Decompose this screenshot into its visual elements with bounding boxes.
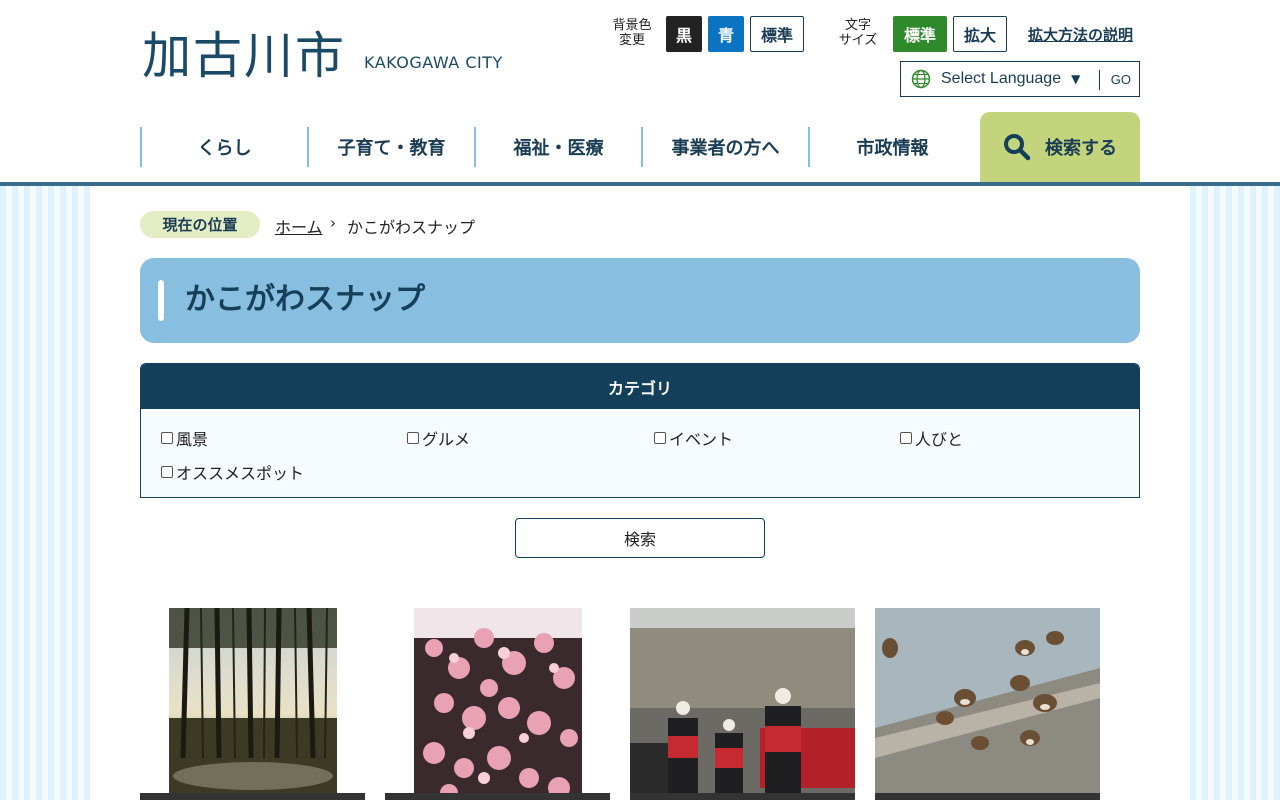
language-divider — [1099, 70, 1100, 90]
page-title-box: かこがわスナップ — [140, 258, 1140, 343]
snap-thumbnail-blossom[interactable] — [414, 608, 582, 800]
firefighters-photo — [630, 608, 855, 800]
thumbnail-caption-bar — [875, 793, 1100, 800]
nav-item-kurashi[interactable]: くらし — [140, 127, 307, 167]
checkbox[interactable] — [161, 432, 173, 444]
category-filter: カテゴリ 風景 グルメ イベント 人びと オススメスポット — [140, 363, 1140, 498]
site-logo[interactable]: 加古川市 KAKOGAWA CITY — [140, 28, 503, 84]
category-option-fukei[interactable]: 風景 — [161, 426, 208, 450]
sparrows-photo — [875, 608, 1100, 800]
global-nav: くらし 子育て・教育 福祉・医療 事業者の方へ 市政情報 検索する — [140, 112, 1140, 182]
nav-item-kosodate[interactable]: 子育て・教育 — [307, 127, 474, 167]
left-stripe-background — [0, 186, 90, 800]
font-standard-button[interactable]: 標準 — [893, 16, 947, 52]
bg-color-label: 背景色 変更 — [606, 18, 658, 48]
checkbox[interactable] — [900, 432, 912, 444]
page-title: かこがわスナップ — [185, 282, 425, 317]
zoom-explanation-link[interactable]: 拡大方法の説明 — [1028, 24, 1133, 45]
font-size-label-line1: 文字 — [844, 18, 871, 33]
checkbox[interactable] — [654, 432, 666, 444]
logo-japanese: 加古川市 — [142, 27, 346, 85]
breadcrumb-current: かこがわスナップ — [347, 218, 476, 237]
checkbox[interactable] — [161, 466, 173, 478]
category-option-label: オススメスポット — [176, 464, 305, 483]
nav-search-label: 検索する — [1045, 138, 1117, 159]
bg-color-label-line2: 変更 — [618, 33, 645, 48]
nav-item-shisei[interactable]: 市政情報 — [808, 127, 975, 167]
nav-item-jigyosha[interactable]: 事業者の方へ — [641, 127, 808, 167]
language-select-label: Select Language — [941, 70, 1062, 87]
right-stripe-background — [1190, 186, 1280, 800]
bg-color-label-line1: 背景色 — [612, 18, 652, 33]
snap-thumbnail-birds[interactable] — [875, 608, 1100, 800]
bg-standard-button[interactable]: 標準 — [750, 16, 804, 52]
breadcrumb-home-link[interactable]: ホーム — [275, 214, 323, 238]
blossom-photo — [414, 608, 582, 800]
thumbnail-caption-bar — [385, 793, 610, 800]
font-size-label: 文字 サイズ — [830, 18, 886, 48]
forest-photo — [169, 608, 337, 800]
thumbnail-caption-bar — [630, 793, 855, 800]
nav-search-button[interactable]: 検索する — [980, 112, 1140, 182]
bg-black-button[interactable]: 黒 — [666, 16, 702, 52]
title-accent-bar — [158, 280, 164, 321]
category-option-label: イベント — [669, 430, 734, 449]
globe-icon — [911, 69, 931, 89]
category-option-osusume[interactable]: オススメスポット — [161, 460, 304, 484]
font-size-label-line2: サイズ — [838, 33, 878, 48]
category-option-event[interactable]: イベント — [654, 426, 733, 450]
checkbox[interactable] — [407, 432, 419, 444]
language-select[interactable]: Select Language ▼ GO — [900, 61, 1140, 97]
chevron-right-icon: › — [330, 214, 336, 232]
caret-down-icon: ▼ — [1071, 72, 1081, 86]
category-option-label: 人びと — [915, 430, 964, 449]
logo-english: KAKOGAWA CITY — [364, 53, 503, 72]
category-option-label: 風景 — [176, 430, 209, 449]
category-option-gourmet[interactable]: グルメ — [407, 426, 470, 450]
breadcrumb-label: 現在の位置 — [140, 211, 260, 238]
category-heading: カテゴリ — [141, 364, 1139, 409]
category-option-label: グルメ — [422, 430, 471, 449]
search-icon — [1004, 134, 1031, 161]
site-header: 加古川市 KAKOGAWA CITY 背景色 変更 黒 青 標準 文字 サイズ … — [0, 0, 1280, 186]
category-option-hitobito[interactable]: 人びと — [900, 426, 963, 450]
font-large-button[interactable]: 拡大 — [953, 16, 1007, 52]
thumbnail-caption-bar — [140, 793, 365, 800]
nav-item-fukushi[interactable]: 福祉・医療 — [474, 127, 641, 167]
language-go-button[interactable]: GO — [1111, 72, 1131, 87]
category-search-button[interactable]: 検索 — [515, 518, 765, 558]
bg-blue-button[interactable]: 青 — [708, 16, 744, 52]
snap-thumbnail-forest[interactable] — [169, 608, 337, 800]
snap-thumbnail-event[interactable] — [630, 608, 855, 800]
